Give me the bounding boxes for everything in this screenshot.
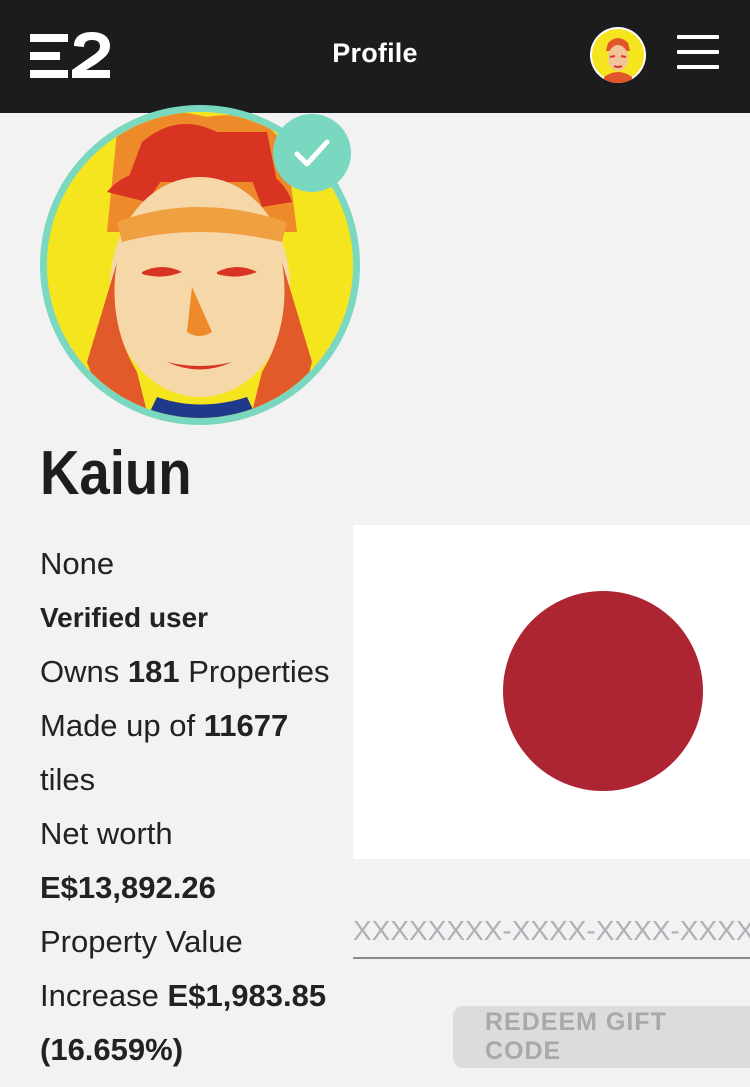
avatar-image (592, 29, 644, 83)
gift-code-input[interactable] (353, 905, 750, 959)
username-heading: Kaiun (40, 439, 192, 508)
verified-check-icon (273, 114, 351, 192)
properties-count: 181 (127, 654, 180, 689)
redeem-gift-code-button[interactable]: REDEEM GIFT CODE (453, 1006, 750, 1068)
tiles-line: Made up of 11677 (40, 699, 350, 753)
increase-line: Increase E$1,983.85 (40, 969, 350, 1023)
hamburger-menu-icon[interactable] (677, 35, 719, 73)
owned-properties-line: Owns 181 Properties (40, 645, 350, 699)
made-up-prefix: Made up of (40, 708, 196, 743)
owns-prefix: Owns (40, 654, 120, 689)
net-worth-label: Net worth (40, 816, 173, 851)
verified-user-label: Verified user (40, 602, 209, 633)
increase-value: E$1,983.85 (167, 978, 327, 1013)
increase-label: Increase (40, 978, 159, 1013)
tiles-suffix: tiles (40, 762, 96, 797)
tiles-count: 11677 (203, 708, 289, 743)
top-navigation-bar: Profile (0, 0, 750, 113)
net-worth-value: E$13,892.26 (40, 870, 216, 905)
owns-suffix: Properties (188, 654, 330, 689)
header-avatar[interactable] (590, 27, 646, 83)
property-value-label: Property Value (40, 924, 243, 959)
increase-percent: (16.659%) (40, 1032, 184, 1067)
profile-stats: None Verified user Owns 181 Properties M… (40, 537, 350, 1077)
japan-flag-icon (353, 525, 750, 859)
bio-text: None (40, 546, 115, 581)
flag-disc (503, 591, 703, 791)
